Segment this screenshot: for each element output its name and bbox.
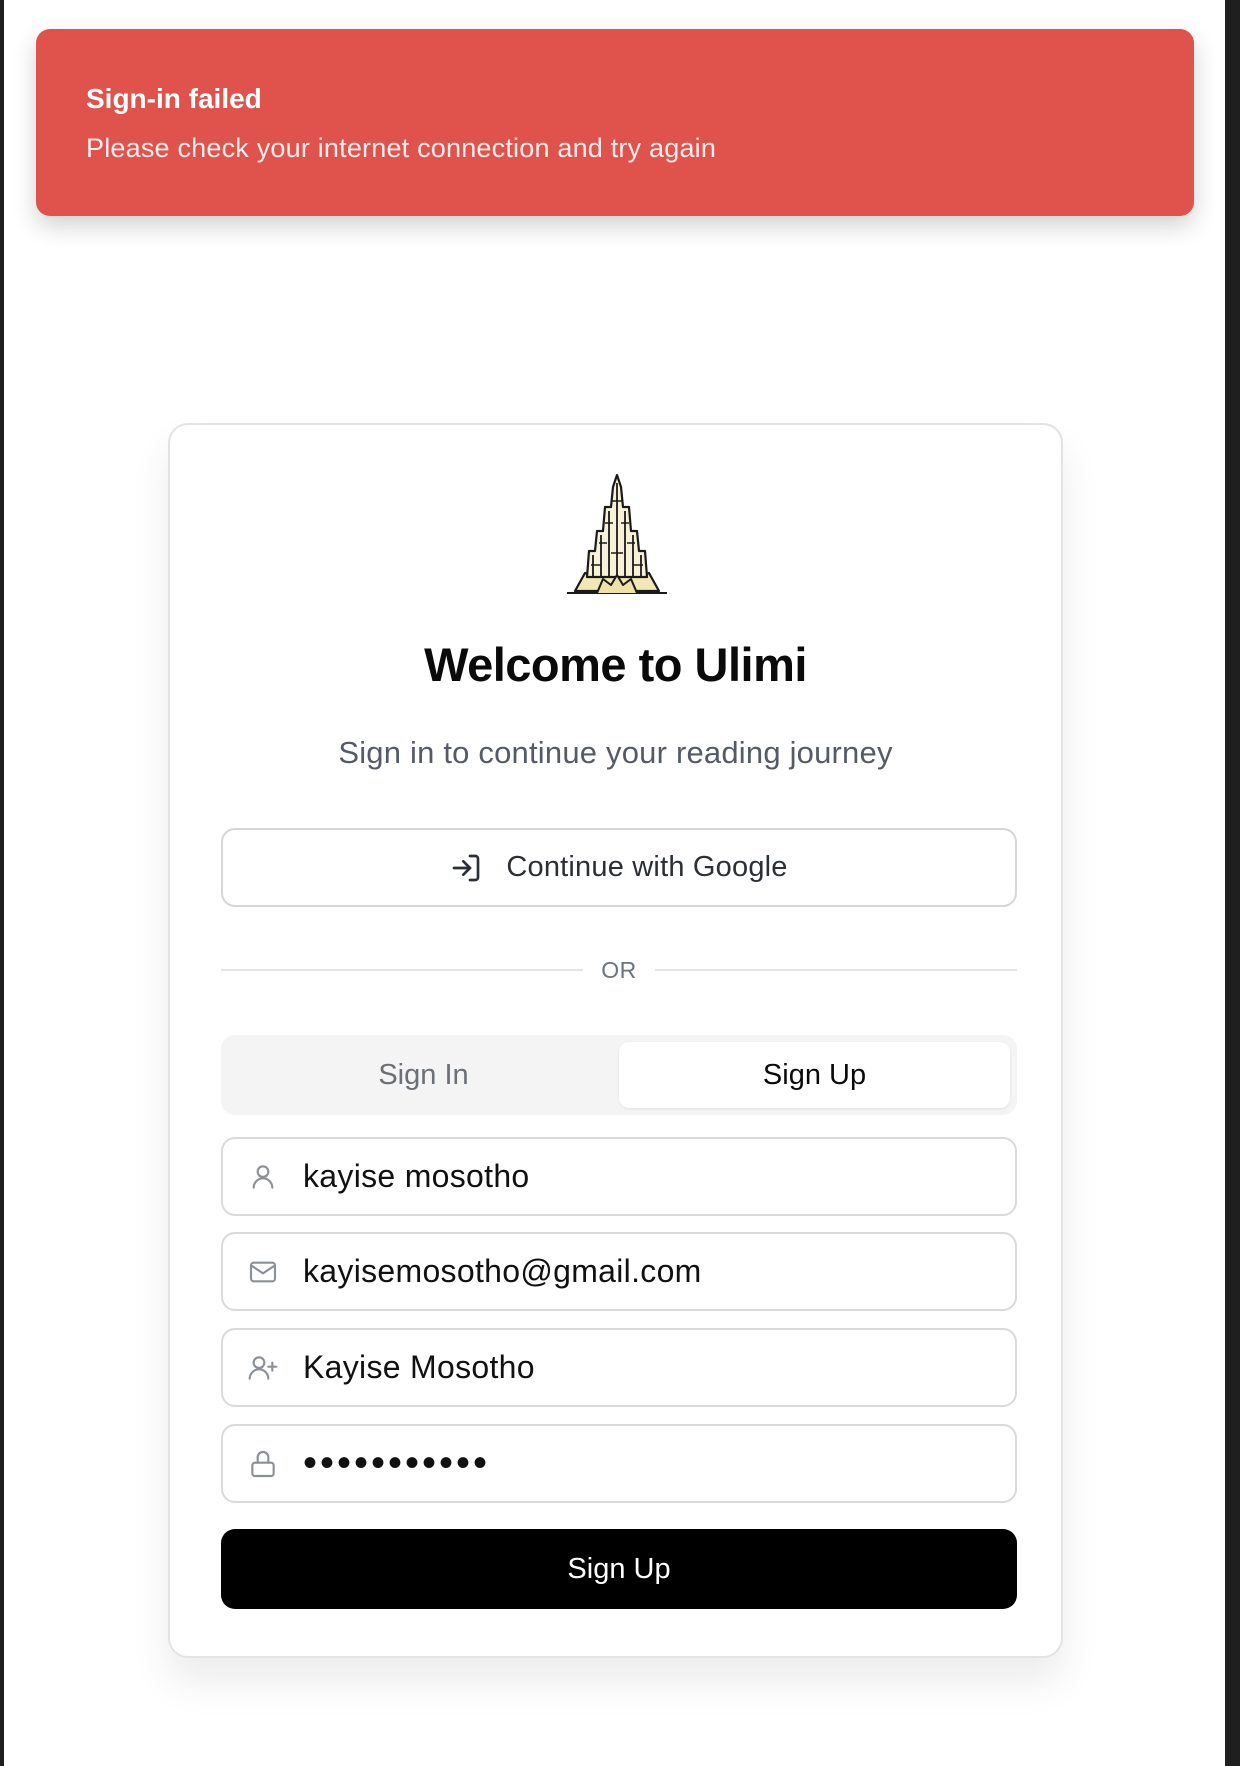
toast-title: Sign-in failed (86, 83, 262, 114)
email-field[interactable] (221, 1232, 1017, 1311)
divider-line-left (221, 969, 584, 971)
password-input[interactable] (303, 1441, 983, 1486)
tab-sign-up[interactable]: Sign Up (619, 1042, 1010, 1108)
toast-message: Please check your internet connection an… (86, 133, 717, 163)
display-name-input[interactable] (303, 1349, 983, 1386)
divider-label: OR (601, 956, 637, 983)
page-subtitle: Sign in to continue your reading journey (338, 735, 893, 770)
mail-icon (247, 1256, 279, 1288)
error-toast: Sign-in failed Please check your interne… (36, 29, 1194, 216)
log-in-arrow-icon (450, 852, 482, 884)
lock-icon (247, 1448, 279, 1480)
google-button-label: Continue with Google (506, 851, 788, 883)
tab-sign-in[interactable]: Sign In (228, 1042, 619, 1108)
divider-line-right (654, 969, 1017, 971)
auth-card: Welcome to Ulimi Sign in to continue you… (168, 423, 1063, 1658)
username-input[interactable] (303, 1158, 983, 1195)
user-plus-icon (247, 1352, 279, 1384)
auth-tabs: Sign In Sign Up (221, 1035, 1017, 1115)
or-divider: OR (221, 955, 1017, 985)
continue-with-google-button[interactable]: Continue with Google (221, 828, 1017, 907)
sign-up-button[interactable]: Sign Up (221, 1529, 1017, 1609)
username-field[interactable] (221, 1137, 1017, 1216)
skyscraper-logo-icon (567, 473, 667, 599)
page-title: Welcome to Ulimi (424, 638, 807, 691)
page: Sign-in failed Please check your interne… (4, 0, 1225, 1766)
password-field[interactable] (221, 1424, 1017, 1503)
user-icon (247, 1161, 279, 1193)
display-name-field[interactable] (221, 1328, 1017, 1407)
email-input[interactable] (303, 1253, 983, 1290)
